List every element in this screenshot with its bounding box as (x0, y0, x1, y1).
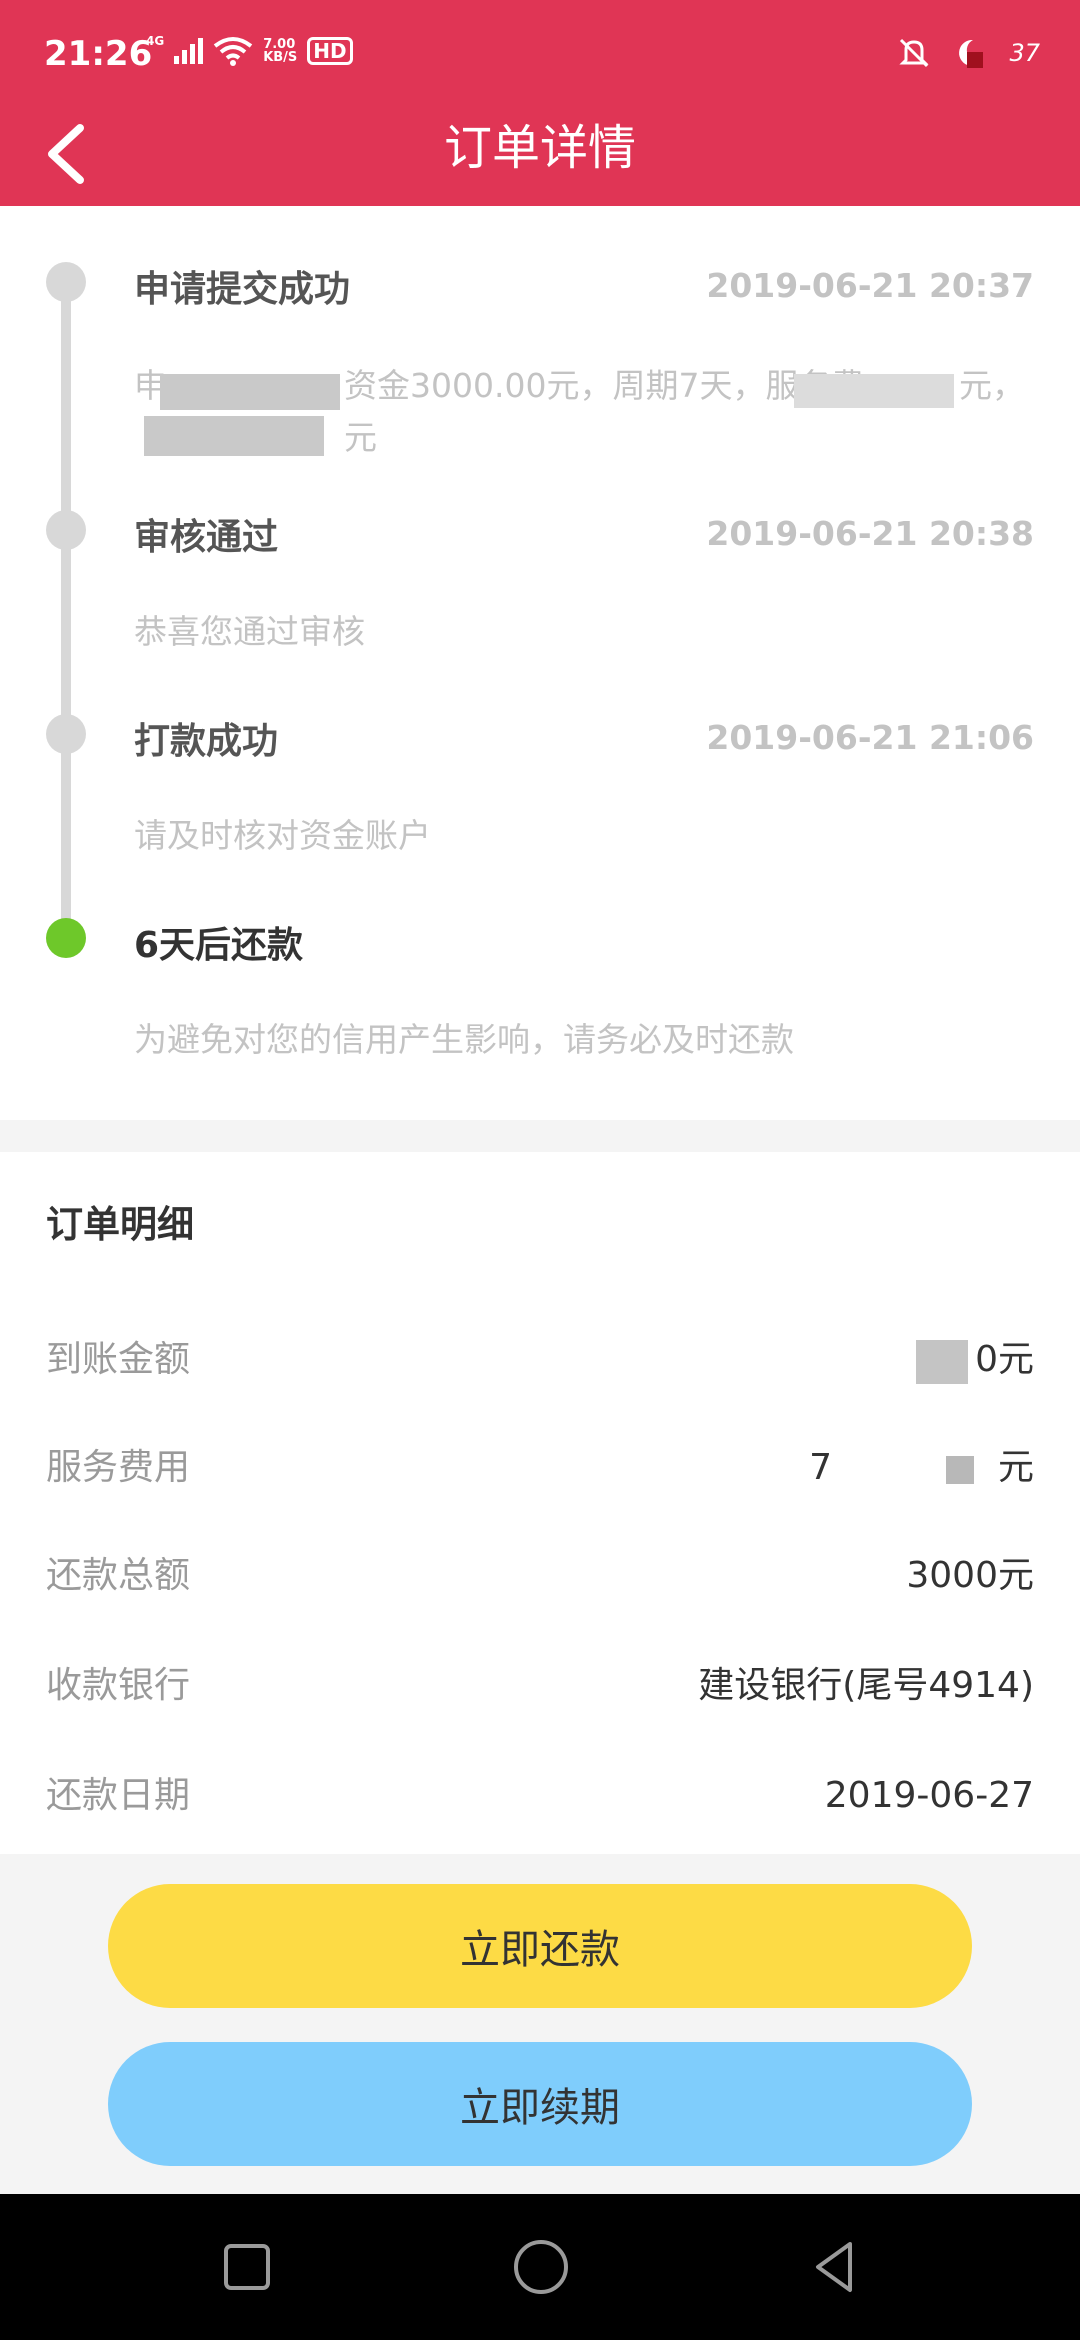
step-title: 申请提交成功 (134, 269, 351, 310)
detail-label: 收款银行 (46, 1665, 191, 1706)
order-detail: 订单明细 到账金额 0元 服务费用 7 元 还款总额 3000元 收款银行 建设… (0, 1152, 1080, 1854)
app-header: 21:26 4G 7.00 KB/S HD 37 订单详情 (0, 0, 1080, 206)
detail-label: 还款总额 (46, 1555, 191, 1596)
chevron-left-icon (48, 124, 84, 184)
timeline-dot (46, 714, 86, 754)
step-title: 打款成功 (134, 721, 279, 762)
repay-now-button[interactable]: 立即还款 (108, 1884, 972, 2008)
battery-level: 37 (1009, 39, 1040, 67)
renew-now-button[interactable]: 立即续期 (108, 2042, 972, 2166)
detail-row-bank: 收款银行 建设银行(尾号4914) (46, 1656, 1034, 1716)
detail-value: 7 (809, 1447, 832, 1488)
detail-label: 还款日期 (46, 1775, 191, 1816)
timeline-dot (46, 262, 86, 302)
detail-value: 建设银行(尾号4914) (698, 1665, 1034, 1706)
back-button[interactable] (36, 114, 96, 194)
step-time: 2019-06-21 20:37 (706, 266, 1034, 305)
detail-row-received-amount: 到账金额 0元 (46, 1330, 1034, 1390)
redacted-text (946, 1456, 974, 1484)
detail-row-service-fee: 服务费用 7 元 (46, 1438, 1034, 1498)
net-speed-unit: KB/S (263, 50, 298, 65)
detail-label: 服务费用 (46, 1447, 191, 1488)
status-icons-right: 37 (897, 36, 1040, 70)
action-buttons: 立即还款 立即续期 (0, 1854, 1080, 2194)
detail-title: 订单明细 (46, 1203, 194, 1246)
timeline-dot-active (46, 918, 86, 958)
circle-icon[interactable] (510, 2236, 572, 2298)
status-bar: 21:26 4G 7.00 KB/S HD 37 (0, 0, 1080, 108)
square-icon[interactable] (216, 2236, 278, 2298)
detail-value: 2019-06-27 (824, 1775, 1034, 1816)
mute-bell-icon (899, 38, 930, 68)
step-desc: 申 资金3000.00元，周期7天，服务费 元， 元 (134, 366, 1025, 457)
step-desc: 为避免对您的信用产生影响，请务必及时还款 (134, 1020, 794, 1059)
redacted-text (160, 374, 340, 410)
step-desc: 请及时核对资金账户 (134, 816, 431, 855)
order-timeline: 申请提交成功 2019-06-21 20:37 申 资金3000.00元，周期7… (0, 206, 1080, 1120)
step-time: 2019-06-21 21:06 (706, 718, 1034, 757)
nav-bar: 订单详情 (0, 108, 1080, 206)
detail-row-repay-date: 还款日期 2019-06-27 (46, 1766, 1034, 1826)
detail-value: 3000元 (906, 1555, 1034, 1596)
timeline-dot (46, 510, 86, 550)
wifi-icon (213, 37, 253, 66)
signal-icon (174, 38, 204, 64)
detail-row-repay-total: 还款总额 3000元 (46, 1546, 1034, 1606)
step-title: 6天后还款 (134, 925, 304, 966)
detail-value: 0元 (975, 1339, 1034, 1380)
moon-icon (959, 39, 984, 68)
detail-label: 到账金额 (46, 1339, 191, 1380)
net-speed: 7.00 KB/S (263, 38, 297, 64)
network-type: 4G (146, 34, 165, 48)
redacted-text (794, 374, 954, 408)
step-time: 2019-06-21 20:38 (706, 514, 1034, 553)
page-title: 订单详情 (443, 120, 636, 176)
hd-icon: HD (307, 37, 353, 65)
timeline-line (61, 280, 71, 930)
redacted-text (916, 1340, 968, 1384)
status-icons-left: 4G 7.00 KB/S HD (146, 34, 353, 66)
triangle-back-icon[interactable] (804, 2236, 866, 2298)
detail-value-unit: 元 (997, 1447, 1034, 1488)
step-desc: 恭喜您通过审核 (134, 612, 365, 651)
redacted-text (144, 416, 324, 456)
step-title: 审核通过 (134, 517, 279, 558)
system-navigation-bar (0, 2194, 1080, 2340)
status-time: 21:26 (44, 34, 153, 74)
